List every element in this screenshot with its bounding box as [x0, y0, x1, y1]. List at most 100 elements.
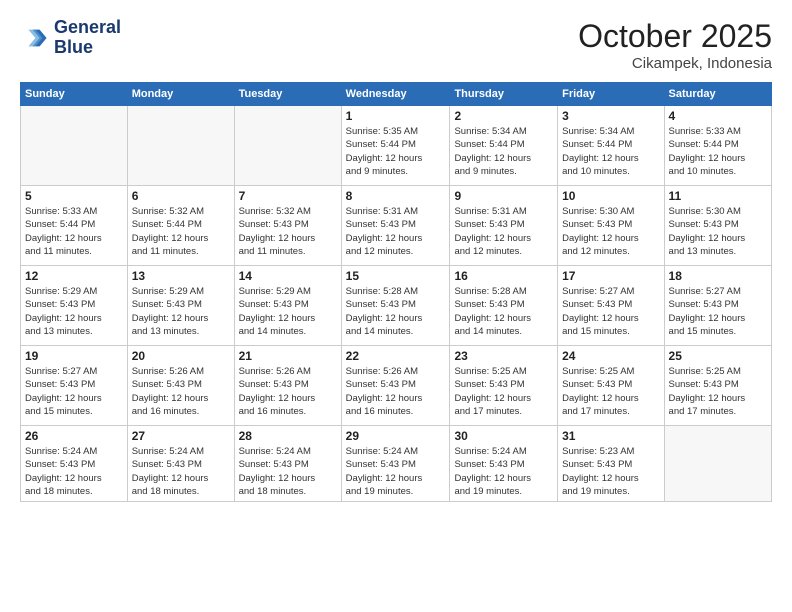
calendar-cell: 10 Sunrise: 5:30 AM Sunset: 5:43 PM Dayli… — [558, 186, 664, 266]
calendar-week-3: 12Sunrise: 5:29 AM Sunset: 5:43 PM Dayli… — [21, 266, 772, 346]
calendar-week-5: 26 Sunrise: 5:24 AM Sunset: 5:43 PM Dayli… — [21, 426, 772, 502]
day-number: 30 — [454, 429, 553, 443]
day-info: Sunrise: 5:32 AM Sunset: 5:43 PM Dayligh… — [239, 205, 337, 258]
day-number: 28 — [239, 429, 337, 443]
logo-icon — [20, 24, 48, 52]
calendar-cell: 23 Sunrise: 5:25 AM Sunset: 5:43 PM Dayli… — [450, 346, 558, 426]
day-header-thursday: Thursday — [450, 83, 558, 106]
day-info: Sunrise: 5:26 AM Sunset: 5:43 PM Dayligh… — [132, 365, 230, 418]
day-number: 29 — [346, 429, 446, 443]
day-header-tuesday: Tuesday — [234, 83, 341, 106]
day-number: 26 — [25, 429, 123, 443]
day-number: 1 — [346, 109, 446, 123]
day-info: Sunrise: 5:23 AM Sunset: 5:43 PM Dayligh… — [562, 445, 659, 498]
day-number: 15 — [346, 269, 446, 283]
calendar-table: SundayMondayTuesdayWednesdayThursdayFrid… — [20, 82, 772, 502]
day-number: 10 — [562, 189, 659, 203]
day-info: Sunrise: 5:35 AM Sunset: 5:44 PM Dayligh… — [346, 125, 446, 178]
calendar-cell: 29Sunrise: 5:24 AM Sunset: 5:43 PM Dayli… — [341, 426, 450, 502]
calendar-cell: 4 Sunrise: 5:33 AM Sunset: 5:44 PM Daylig… — [664, 106, 771, 186]
calendar-cell: 17Sunrise: 5:27 AM Sunset: 5:43 PM Dayli… — [558, 266, 664, 346]
day-info: Sunrise: 5:31 AM Sunset: 5:43 PM Dayligh… — [454, 205, 553, 258]
calendar-cell: 9Sunrise: 5:31 AM Sunset: 5:43 PM Daylig… — [450, 186, 558, 266]
day-header-saturday: Saturday — [664, 83, 771, 106]
day-info: Sunrise: 5:27 AM Sunset: 5:43 PM Dayligh… — [669, 285, 767, 338]
month-title: October 2025 — [578, 18, 772, 55]
calendar-week-2: 5Sunrise: 5:33 AM Sunset: 5:44 PM Daylig… — [21, 186, 772, 266]
calendar-cell — [664, 426, 771, 502]
calendar-cell — [21, 106, 128, 186]
day-info: Sunrise: 5:33 AM Sunset: 5:44 PM Dayligh… — [669, 125, 767, 178]
calendar-cell: 26Sunrise: 5:24 AM Sunset: 5:43 PM Dayli… — [21, 426, 128, 502]
day-info: Sunrise: 5:25 AM Sunset: 5:43 PM Dayligh… — [454, 365, 553, 418]
day-number: 7 — [239, 189, 337, 203]
day-info: Sunrise: 5:24 AM Sunset: 5:43 PM Dayligh… — [454, 445, 553, 498]
calendar-cell — [234, 106, 341, 186]
day-number: 16 — [454, 269, 553, 283]
day-info: Sunrise: 5:27 AM Sunset: 5:43 PM Dayligh… — [25, 365, 123, 418]
calendar-cell: 24Sunrise: 5:25 AM Sunset: 5:43 PM Dayli… — [558, 346, 664, 426]
calendar-cell: 28 Sunrise: 5:24 AM Sunset: 5:43 PM Dayli… — [234, 426, 341, 502]
day-info: Sunrise: 5:25 AM Sunset: 5:43 PM Dayligh… — [669, 365, 767, 418]
header: General Blue October 2025 Cikampek, Indo… — [20, 18, 772, 72]
day-number: 23 — [454, 349, 553, 363]
day-info: Sunrise: 5:29 AM Sunset: 5:43 PM Dayligh… — [25, 285, 123, 338]
calendar-cell: 13 Sunrise: 5:29 AM Sunset: 5:43 PM Dayli… — [127, 266, 234, 346]
calendar-cell: 20 Sunrise: 5:26 AM Sunset: 5:43 PM Dayli… — [127, 346, 234, 426]
day-info: Sunrise: 5:24 AM Sunset: 5:43 PM Dayligh… — [239, 445, 337, 498]
day-header-monday: Monday — [127, 83, 234, 106]
calendar-cell: 6Sunrise: 5:32 AM Sunset: 5:44 PM Daylig… — [127, 186, 234, 266]
day-info: Sunrise: 5:24 AM Sunset: 5:43 PM Dayligh… — [132, 445, 230, 498]
day-number: 3 — [562, 109, 659, 123]
calendar-cell: 31 Sunrise: 5:23 AM Sunset: 5:43 PM Dayli… — [558, 426, 664, 502]
day-number: 22 — [346, 349, 446, 363]
calendar-cell: 5Sunrise: 5:33 AM Sunset: 5:44 PM Daylig… — [21, 186, 128, 266]
calendar-week-4: 19 Sunrise: 5:27 AM Sunset: 5:43 PM Dayli… — [21, 346, 772, 426]
location-title: Cikampek, Indonesia — [578, 55, 772, 72]
day-info: Sunrise: 5:26 AM Sunset: 5:43 PM Dayligh… — [239, 365, 337, 418]
day-header-wednesday: Wednesday — [341, 83, 450, 106]
day-info: Sunrise: 5:28 AM Sunset: 5:43 PM Dayligh… — [346, 285, 446, 338]
logo-text: General Blue — [54, 18, 121, 58]
day-info: Sunrise: 5:28 AM Sunset: 5:43 PM Dayligh… — [454, 285, 553, 338]
day-info: Sunrise: 5:26 AM Sunset: 5:43 PM Dayligh… — [346, 365, 446, 418]
day-number: 2 — [454, 109, 553, 123]
day-number: 18 — [669, 269, 767, 283]
day-header-sunday: Sunday — [21, 83, 128, 106]
calendar-cell: 1 Sunrise: 5:35 AM Sunset: 5:44 PM Daylig… — [341, 106, 450, 186]
calendar-cell: 3 Sunrise: 5:34 AM Sunset: 5:44 PM Daylig… — [558, 106, 664, 186]
calendar-week-1: 1 Sunrise: 5:35 AM Sunset: 5:44 PM Daylig… — [21, 106, 772, 186]
day-number: 27 — [132, 429, 230, 443]
day-info: Sunrise: 5:31 AM Sunset: 5:43 PM Dayligh… — [346, 205, 446, 258]
day-number: 13 — [132, 269, 230, 283]
calendar-cell: 21 Sunrise: 5:26 AM Sunset: 5:43 PM Dayli… — [234, 346, 341, 426]
calendar-cell: 30 Sunrise: 5:24 AM Sunset: 5:43 PM Dayli… — [450, 426, 558, 502]
calendar-cell: 16 Sunrise: 5:28 AM Sunset: 5:43 PM Dayli… — [450, 266, 558, 346]
calendar-page: General Blue October 2025 Cikampek, Indo… — [0, 0, 792, 612]
day-info: Sunrise: 5:29 AM Sunset: 5:43 PM Dayligh… — [239, 285, 337, 338]
day-header-friday: Friday — [558, 83, 664, 106]
calendar-cell: 8Sunrise: 5:31 AM Sunset: 5:43 PM Daylig… — [341, 186, 450, 266]
day-number: 4 — [669, 109, 767, 123]
day-number: 14 — [239, 269, 337, 283]
calendar-cell: 2 Sunrise: 5:34 AM Sunset: 5:44 PM Daylig… — [450, 106, 558, 186]
calendar-cell: 19 Sunrise: 5:27 AM Sunset: 5:43 PM Dayli… — [21, 346, 128, 426]
day-number: 24 — [562, 349, 659, 363]
day-number: 20 — [132, 349, 230, 363]
day-info: Sunrise: 5:30 AM Sunset: 5:43 PM Dayligh… — [562, 205, 659, 258]
calendar-cell: 25Sunrise: 5:25 AM Sunset: 5:43 PM Dayli… — [664, 346, 771, 426]
day-number: 19 — [25, 349, 123, 363]
day-info: Sunrise: 5:34 AM Sunset: 5:44 PM Dayligh… — [562, 125, 659, 178]
logo: General Blue — [20, 18, 121, 58]
day-info: Sunrise: 5:29 AM Sunset: 5:43 PM Dayligh… — [132, 285, 230, 338]
day-info: Sunrise: 5:34 AM Sunset: 5:44 PM Dayligh… — [454, 125, 553, 178]
day-info: Sunrise: 5:27 AM Sunset: 5:43 PM Dayligh… — [562, 285, 659, 338]
day-number: 21 — [239, 349, 337, 363]
day-number: 31 — [562, 429, 659, 443]
calendar-cell: 27 Sunrise: 5:24 AM Sunset: 5:43 PM Dayli… — [127, 426, 234, 502]
day-number: 11 — [669, 189, 767, 203]
calendar-cell: 22 Sunrise: 5:26 AM Sunset: 5:43 PM Dayli… — [341, 346, 450, 426]
calendar-cell: 18 Sunrise: 5:27 AM Sunset: 5:43 PM Dayli… — [664, 266, 771, 346]
day-number: 5 — [25, 189, 123, 203]
day-number: 6 — [132, 189, 230, 203]
